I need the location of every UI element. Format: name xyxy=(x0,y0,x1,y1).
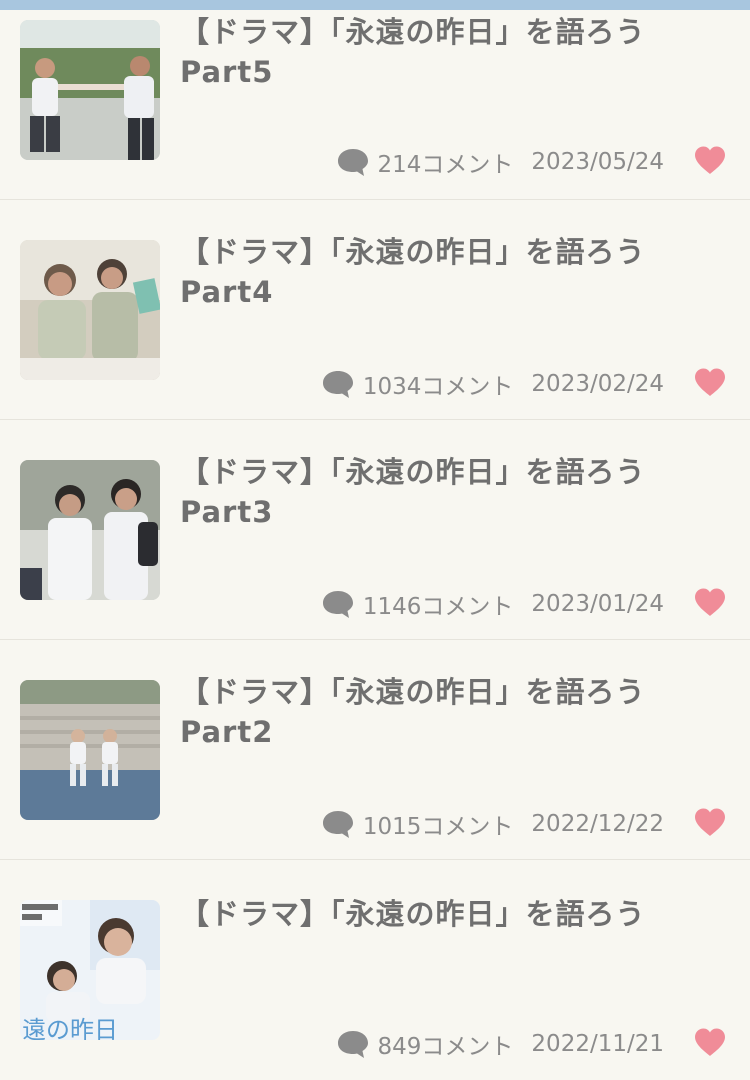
thread-title[interactable]: 【ドラマ】「永遠の昨日」を語ろう xyxy=(180,894,700,934)
thread-item[interactable]: 【ドラマ】「永遠の昨日」を語ろう Part5 214コメント 2023/05/2… xyxy=(0,0,750,200)
thread-meta: 1146コメント 2023/01/24 xyxy=(321,584,664,624)
thread-title-line1: 【ドラマ】「永遠の昨日」を語ろう xyxy=(180,455,646,489)
favorite-button[interactable] xyxy=(690,1026,730,1062)
thread-meta: 1015コメント 2022/12/22 xyxy=(321,804,664,844)
post-date: 2023/05/24 xyxy=(531,149,664,175)
thread-item[interactable]: 【ドラマ】「永遠の昨日」を語ろう Part4 1034コメント 2023/02/… xyxy=(0,200,750,420)
thread-item[interactable]: 【ドラマ】「永遠の昨日」を語ろう Part2 1015コメント 2022/12/… xyxy=(0,640,750,860)
post-date: 2023/01/24 xyxy=(531,591,664,617)
thread-meta: 1034コメント 2023/02/24 xyxy=(321,364,664,404)
comment-icon xyxy=(336,146,370,178)
favorite-button[interactable] xyxy=(690,586,730,622)
thread-title[interactable]: 【ドラマ】「永遠の昨日」を語ろう Part3 xyxy=(180,452,700,532)
comment-count: 1015コメント xyxy=(362,814,514,840)
favorite-button[interactable] xyxy=(690,806,730,842)
thread-title-line2: Part3 xyxy=(180,495,274,529)
thread-title[interactable]: 【ドラマ】「永遠の昨日」を語ろう Part5 xyxy=(180,12,700,92)
thread-meta: 849コメント 2022/11/21 xyxy=(336,1024,664,1064)
thread-title-line2: Part4 xyxy=(180,275,274,309)
thread-title-line2: Part2 xyxy=(180,715,274,749)
heart-icon xyxy=(693,807,727,841)
comment-icon xyxy=(321,808,355,840)
thread-item[interactable]: 【ドラマ】「永遠の昨日」を語ろう Part3 1146コメント 2023/01/… xyxy=(0,420,750,640)
comment-icon xyxy=(321,368,355,400)
comment-count: 1034コメント xyxy=(362,374,514,400)
comment-count: 849コメント xyxy=(377,1034,514,1060)
thread-title-line1: 【ドラマ】「永遠の昨日」を語ろう xyxy=(180,235,646,269)
thread-meta: 214コメント 2023/05/24 xyxy=(336,142,664,182)
post-date: 2023/02/24 xyxy=(531,371,664,397)
thread-title[interactable]: 【ドラマ】「永遠の昨日」を語ろう Part2 xyxy=(180,672,700,752)
thread-thumbnail[interactable] xyxy=(20,20,160,160)
thread-thumbnail[interactable] xyxy=(20,240,160,380)
thread-title-line1: 【ドラマ】「永遠の昨日」を語ろう xyxy=(180,675,646,709)
thumbnail-logo-text: 遠の昨日 xyxy=(22,1016,118,1040)
thread-title[interactable]: 【ドラマ】「永遠の昨日」を語ろう Part4 xyxy=(180,232,700,312)
comment-icon xyxy=(321,588,355,620)
favorite-button[interactable] xyxy=(690,366,730,402)
heart-icon xyxy=(693,1027,727,1061)
thread-item[interactable]: 遠の昨日 【ドラマ】「永遠の昨日」を語ろう 849コメント 2022/11/21 xyxy=(0,860,750,1080)
thread-title-line2: Part5 xyxy=(180,55,274,89)
post-date: 2022/12/22 xyxy=(531,811,664,837)
heart-icon xyxy=(693,145,727,179)
heart-icon xyxy=(693,587,727,621)
comment-icon xyxy=(336,1028,370,1060)
favorite-button[interactable] xyxy=(690,144,730,180)
thread-title-line1: 【ドラマ】「永遠の昨日」を語ろう xyxy=(180,15,646,49)
heart-icon xyxy=(693,367,727,401)
thread-title-line1: 【ドラマ】「永遠の昨日」を語ろう xyxy=(180,897,646,931)
post-date: 2022/11/21 xyxy=(531,1031,664,1057)
thread-thumbnail[interactable]: 遠の昨日 xyxy=(20,900,160,1040)
thread-thumbnail[interactable] xyxy=(20,680,160,820)
thread-thumbnail[interactable] xyxy=(20,460,160,600)
comment-count: 1146コメント xyxy=(362,594,514,620)
comment-count: 214コメント xyxy=(377,152,514,178)
